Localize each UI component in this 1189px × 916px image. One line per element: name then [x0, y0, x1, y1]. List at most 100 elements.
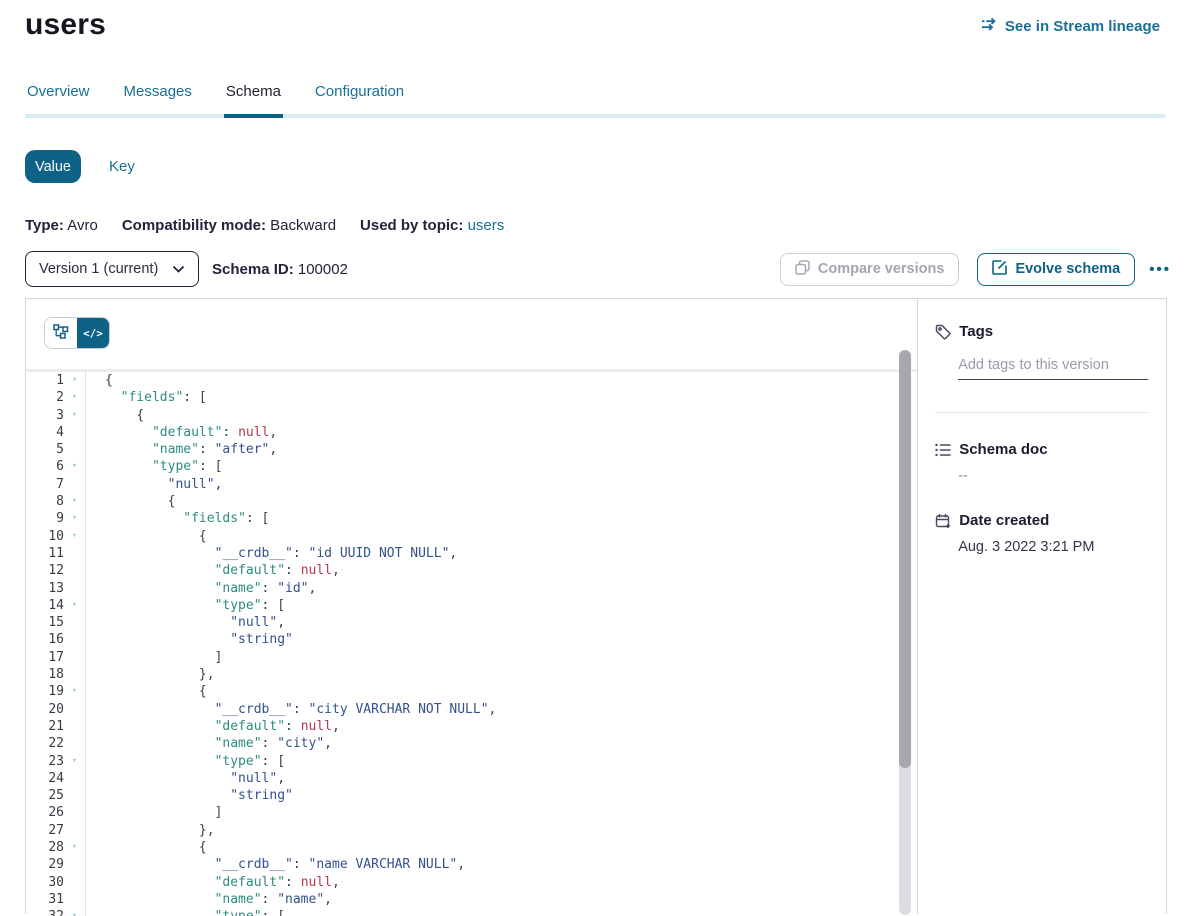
code-line: 23▾ "type": [: [26, 753, 917, 770]
add-tags-input[interactable]: [958, 354, 1148, 380]
code-text: {: [86, 683, 207, 700]
stream-lineage-link[interactable]: See in Stream lineage: [981, 17, 1160, 35]
code-line: 12 "default": null,: [26, 562, 917, 579]
line-number: 22: [26, 735, 64, 752]
tags-title: Tags: [959, 323, 993, 340]
code-line: 9▾ "fields": [: [26, 510, 917, 527]
line-number: 30: [26, 874, 64, 891]
fold-gutter: [64, 614, 86, 631]
evolve-schema-label: Evolve schema: [1015, 261, 1120, 277]
schema-page: users See in Stream lineage Overview Mes…: [0, 0, 1189, 916]
code-text: "__crdb__": "city VARCHAR NOT NULL",: [86, 701, 496, 718]
fold-gutter: [64, 735, 86, 752]
fold-gutter: [64, 441, 86, 458]
fold-toggle-icon[interactable]: ▾: [64, 753, 86, 770]
code-line: 10▾ {: [26, 528, 917, 545]
line-number: 13: [26, 580, 64, 597]
tab-bar: Overview Messages Schema Configuration: [25, 83, 1165, 118]
compare-versions-button[interactable]: Compare versions: [780, 253, 960, 286]
line-number: 2: [26, 389, 64, 406]
code-view-button[interactable]: </>: [77, 318, 109, 348]
evolve-schema-button[interactable]: Evolve schema: [977, 253, 1135, 286]
line-number: 25: [26, 787, 64, 804]
line-number: 6: [26, 458, 64, 475]
schema-code[interactable]: 1▾{2▾ "fields": [3▾ {4 "default": null,5…: [26, 369, 917, 916]
code-line: 25 "string": [26, 787, 917, 804]
fold-gutter: [64, 545, 86, 562]
code-line: 3▾ {: [26, 407, 917, 424]
schema-type: Type: Avro: [25, 217, 98, 234]
editor-scrollbar-thumb[interactable]: [899, 350, 911, 768]
topic-link[interactable]: users: [468, 217, 505, 234]
tab-schema[interactable]: Schema: [224, 83, 283, 118]
code-view-icon: </>: [83, 327, 103, 340]
line-number: 3: [26, 407, 64, 424]
line-number: 24: [26, 770, 64, 787]
fold-toggle-icon[interactable]: ▾: [64, 510, 86, 527]
schema-editor: </> 1▾{2▾ "fields": [3▾ {4 "default": nu…: [26, 299, 918, 914]
code-text: "fields": [: [86, 389, 207, 406]
code-text: "name": "city",: [86, 735, 332, 752]
line-number: 10: [26, 528, 64, 545]
fold-toggle-icon[interactable]: ▾: [64, 683, 86, 700]
code-line: 27 },: [26, 822, 917, 839]
line-number: 7: [26, 476, 64, 493]
code-text: "name": "id",: [86, 580, 316, 597]
fold-toggle-icon[interactable]: ▾: [64, 372, 86, 389]
tab-configuration[interactable]: Configuration: [313, 83, 406, 114]
fold-toggle-icon[interactable]: ▾: [64, 908, 86, 916]
fold-toggle-icon[interactable]: ▾: [64, 528, 86, 545]
fold-gutter: [64, 856, 86, 873]
code-line: 31 "name": "name",: [26, 891, 917, 908]
code-line: 8▾ {: [26, 493, 917, 510]
schema-id: Schema ID: 100002: [212, 261, 348, 278]
code-line: 28▾ {: [26, 839, 917, 856]
version-select[interactable]: Version 1 (current): [25, 251, 199, 287]
fold-gutter: [64, 580, 86, 597]
date-created-title: Date created: [959, 512, 1049, 529]
fold-toggle-icon[interactable]: ▾: [64, 389, 86, 406]
fold-toggle-icon[interactable]: ▾: [64, 493, 86, 510]
fold-gutter: [64, 804, 86, 821]
fold-gutter: [64, 770, 86, 787]
code-line: 24 "null",: [26, 770, 917, 787]
fold-gutter: [64, 701, 86, 718]
line-number: 16: [26, 631, 64, 648]
more-options-button[interactable]: •••: [1149, 261, 1171, 278]
value-toggle-button[interactable]: Value: [25, 150, 81, 183]
tree-view-button[interactable]: [45, 318, 77, 348]
code-text: "default": null,: [86, 874, 340, 891]
edit-icon: [992, 260, 1007, 279]
line-number: 19: [26, 683, 64, 700]
editor-scrollbar-track[interactable]: [899, 350, 911, 915]
line-number: 8: [26, 493, 64, 510]
code-text: "name": "after",: [86, 441, 277, 458]
tags-section: Tags: [935, 323, 1149, 413]
schema-doc-value: --: [958, 468, 1149, 484]
code-line: 20 "__crdb__": "city VARCHAR NOT NULL",: [26, 701, 917, 718]
line-number: 5: [26, 441, 64, 458]
fold-toggle-icon[interactable]: ▾: [64, 839, 86, 856]
code-text: "type": [: [86, 753, 285, 770]
compatibility-mode: Compatibility mode: Backward: [122, 217, 336, 234]
value-key-toggle: Value Key: [25, 150, 1189, 183]
code-line: 14▾ "type": [: [26, 597, 917, 614]
code-text: },: [86, 822, 215, 839]
version-select-value: Version 1 (current): [39, 261, 158, 277]
line-number: 26: [26, 804, 64, 821]
tab-messages[interactable]: Messages: [122, 83, 194, 114]
fold-toggle-icon[interactable]: ▾: [64, 407, 86, 424]
fold-toggle-icon[interactable]: ▾: [64, 597, 86, 614]
code-line: 7 "null",: [26, 476, 917, 493]
code-text: {: [86, 839, 207, 856]
tab-overview[interactable]: Overview: [25, 83, 92, 114]
key-toggle-button[interactable]: Key: [109, 158, 135, 175]
code-text: "default": null,: [86, 562, 340, 579]
line-number: 14: [26, 597, 64, 614]
fold-toggle-icon[interactable]: ▾: [64, 458, 86, 475]
chevron-down-icon: [173, 261, 184, 277]
code-line: 1▾{: [26, 372, 917, 389]
code-text: "__crdb__": "id UUID NOT NULL",: [86, 545, 457, 562]
code-text: "string": [86, 787, 293, 804]
code-text: "default": null,: [86, 718, 340, 735]
